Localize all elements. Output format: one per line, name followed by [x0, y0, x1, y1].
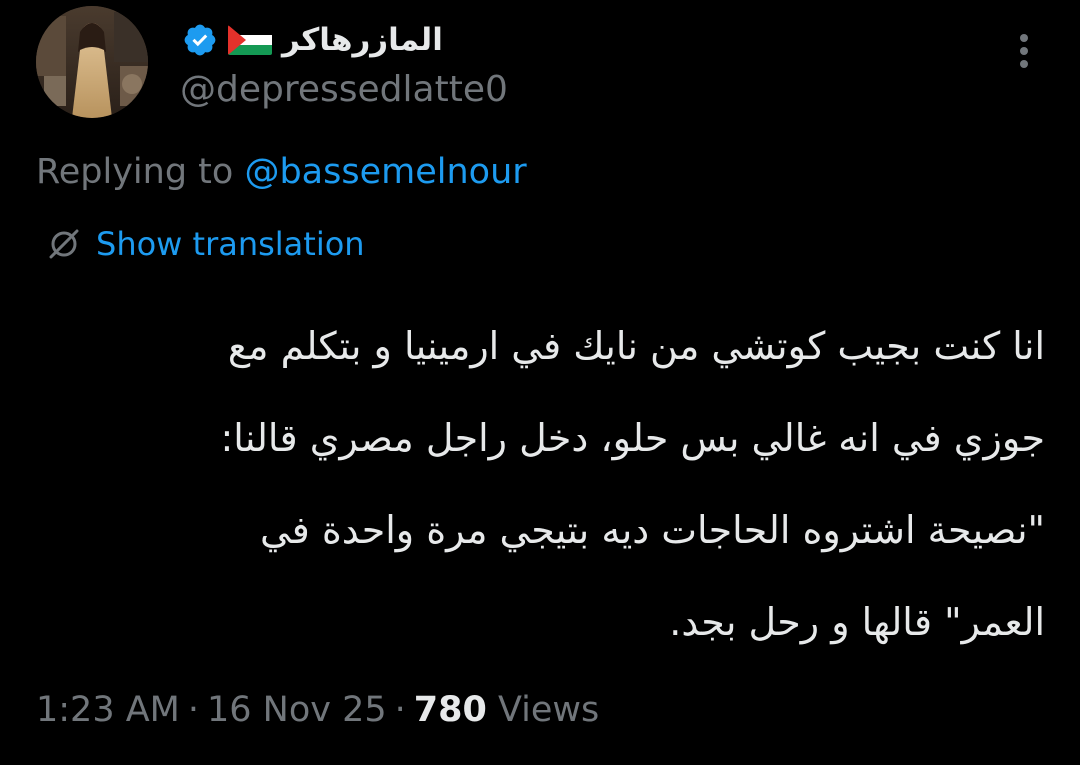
- tweet-meta: 1:23 AM · 16 Nov 25 · 780 Views: [36, 686, 599, 734]
- verified-badge-icon: [184, 24, 216, 56]
- tweet-text-line: جوزي في انه غالي بس حلو، دخل راجل مصري ق…: [220, 416, 1045, 460]
- more-options-icon[interactable]: [1008, 30, 1040, 72]
- meta-separator: ·: [187, 690, 200, 730]
- show-translation-label[interactable]: Show translation: [96, 222, 365, 266]
- views-label[interactable]: Views: [498, 690, 599, 730]
- tweet-text: انا كنت بجيب كوتشي من نايك في ارمينيا و …: [60, 300, 1045, 668]
- tweet-text-line: "نصيحة اشتروه الحاجات ديه بتيجي مرة واحد…: [259, 508, 1045, 552]
- author-name-row[interactable]: المازرهاكر: [182, 16, 443, 64]
- replying-to: Replying to @bassemelnour: [36, 150, 527, 194]
- show-translation-button[interactable]: Show translation: [46, 222, 365, 266]
- tweet-date[interactable]: 16 Nov 25: [207, 690, 387, 730]
- views-count[interactable]: 780: [414, 690, 487, 730]
- tweet-text-line: العمر" قالها و رحل بجد.: [669, 600, 1045, 644]
- tweet-time[interactable]: 1:23 AM: [36, 690, 180, 730]
- author-display-name[interactable]: المازرهاكر: [282, 24, 443, 56]
- meta-separator: ·: [394, 690, 406, 730]
- reply-target-link[interactable]: @bassemelnour: [244, 152, 526, 192]
- globe-translate-icon: [49, 229, 79, 259]
- avatar[interactable]: [36, 6, 148, 118]
- tweet-text-line: انا كنت بجيب كوتشي من نايك في ارمينيا و …: [227, 324, 1045, 368]
- author-handle[interactable]: @depressedlatte0: [180, 68, 508, 112]
- palestine-flag-icon: [228, 25, 272, 55]
- tweet-detail: المازرهاكر @depressedlatte0 Replying to …: [0, 0, 1080, 765]
- replying-to-label: Replying to: [36, 152, 245, 192]
